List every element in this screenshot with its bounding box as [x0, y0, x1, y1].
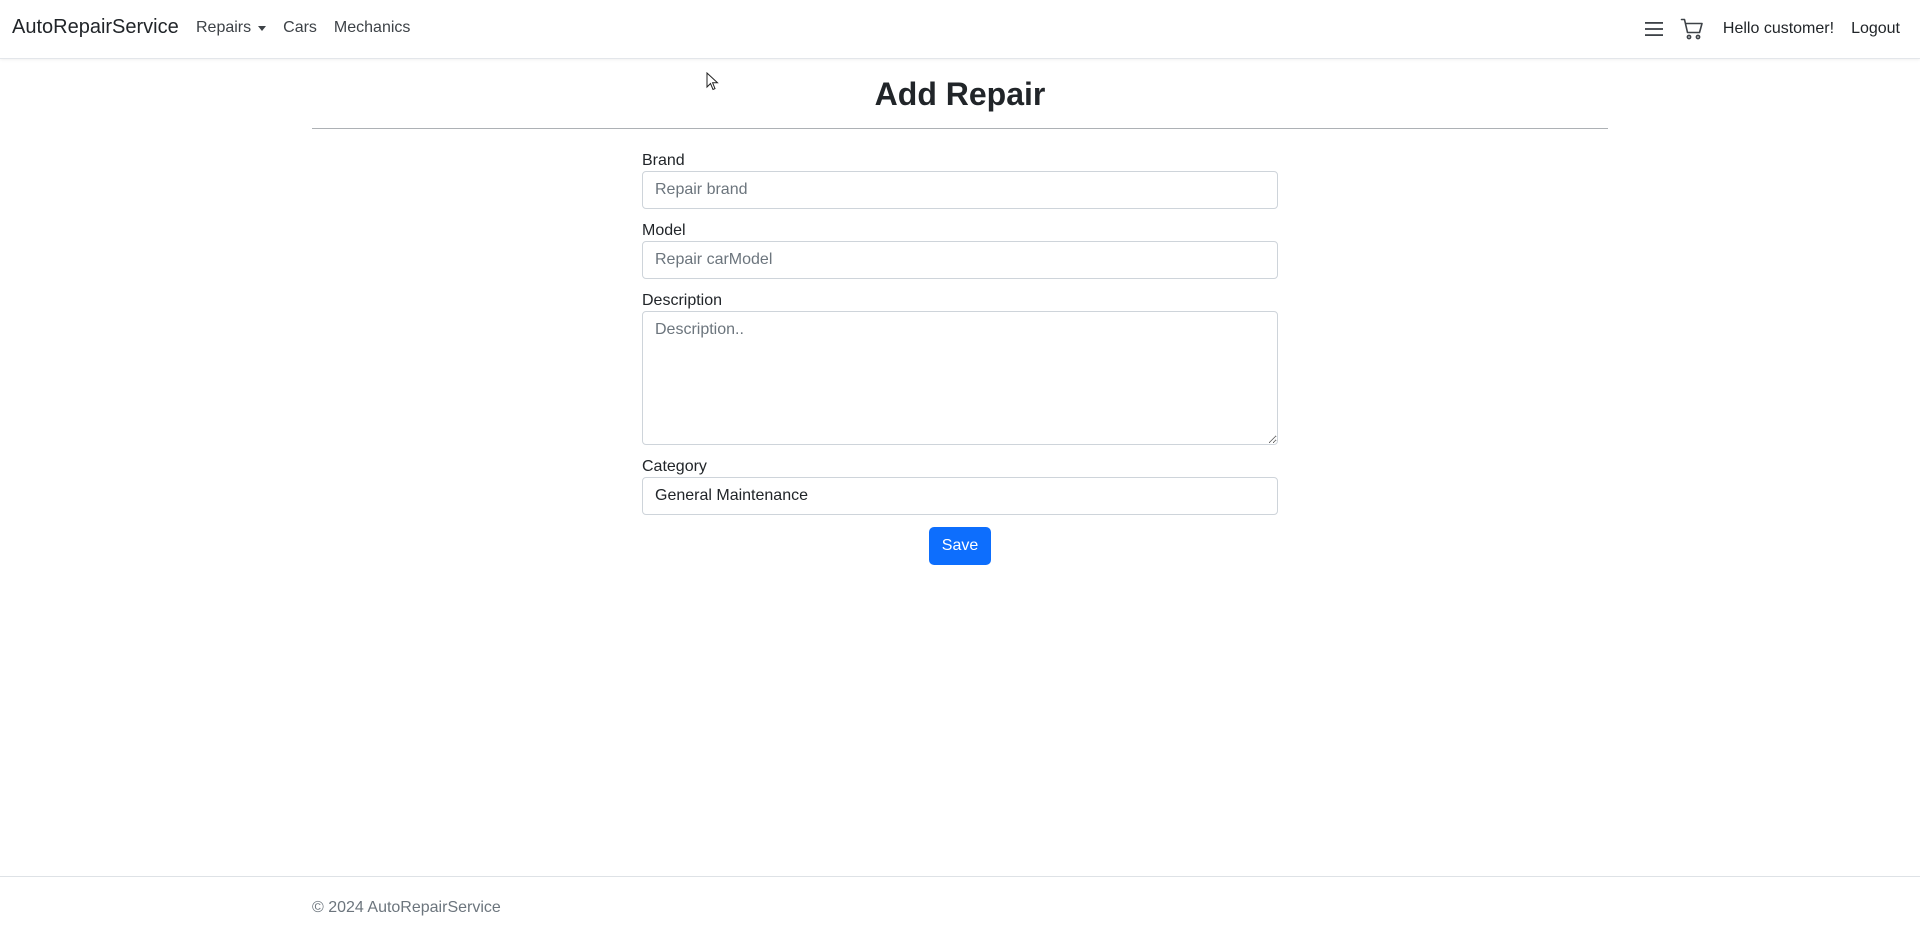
category-select[interactable]: General Maintenance: [642, 477, 1278, 515]
nav-mechanics-link[interactable]: Mechanics: [334, 19, 410, 37]
logout-link[interactable]: Logout: [1851, 20, 1900, 38]
brand-link[interactable]: AutoRepairService: [12, 16, 179, 39]
footer-copyright: © 2024 AutoRepairService: [312, 899, 501, 916]
hamburger-icon[interactable]: [1641, 16, 1667, 42]
category-label: Category: [642, 458, 707, 475]
nav-links: Repairs Cars Mechanics: [196, 19, 427, 37]
greeting-link[interactable]: Hello customer!: [1723, 20, 1834, 38]
page-title: Add Repair: [874, 76, 1046, 112]
title-divider: [312, 128, 1608, 129]
top-navbar: AutoRepairService Repairs Cars Mechanics…: [0, 0, 1920, 59]
category-select-wrapper: General Maintenance: [642, 477, 1278, 515]
add-repair-form: Brand Model Description Category General…: [642, 151, 1278, 565]
save-row: Save: [642, 527, 1278, 565]
description-label: Description: [642, 292, 723, 309]
caret-down-icon: [258, 26, 267, 31]
brand-input[interactable]: [642, 171, 1278, 209]
brand-label: Brand: [642, 152, 685, 169]
description-textarea[interactable]: [642, 311, 1278, 445]
nav-right: Hello customer! Logout: [1641, 16, 1900, 42]
nav-cars-link[interactable]: Cars: [283, 19, 317, 37]
model-label: Model: [642, 222, 686, 239]
footer: © 2024 AutoRepairService: [0, 876, 1920, 937]
nav-repairs-label: Repairs: [196, 19, 252, 36]
save-button[interactable]: Save: [928, 527, 992, 565]
nav-repairs-dropdown[interactable]: Repairs: [196, 19, 267, 37]
model-input[interactable]: [642, 241, 1278, 279]
cart-icon[interactable]: [1679, 16, 1705, 42]
